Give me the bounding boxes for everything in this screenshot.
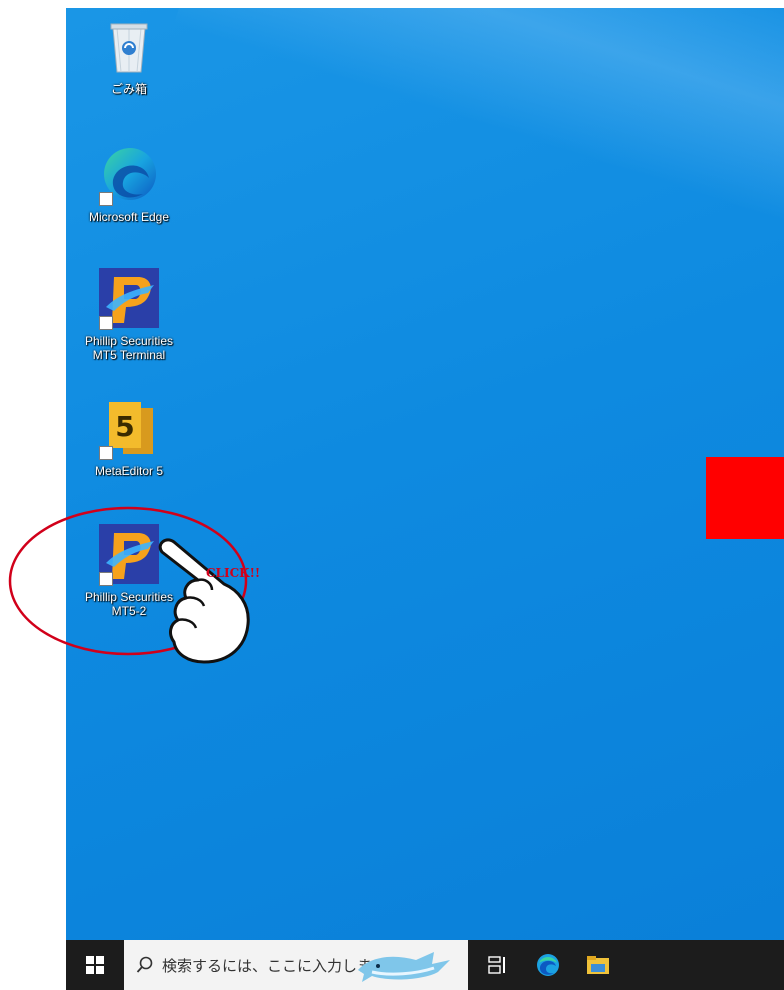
- file-explorer-icon: [587, 956, 609, 974]
- desktop-icon-recycle-bin[interactable]: ごみ箱: [74, 14, 184, 96]
- windows-start-icon: [86, 956, 104, 974]
- desktop-icon-phillip-mt5-terminal[interactable]: Phillip Securities MT5 Terminal: [74, 266, 184, 362]
- taskbar: 検索するには、ここに入力します: [66, 940, 784, 990]
- wallpaper-light-beam: [174, 8, 784, 302]
- task-view-button[interactable]: [474, 940, 522, 990]
- desktop-icon-microsoft-edge[interactable]: Microsoft Edge: [74, 142, 184, 224]
- desktop-icon-label: Microsoft Edge: [88, 210, 170, 224]
- shortcut-arrow-icon: [99, 316, 113, 330]
- shortcut-arrow-icon: [99, 446, 113, 460]
- desktop-icon-label: Phillip Securities MT5 Terminal: [84, 334, 174, 362]
- taskbar-edge-button[interactable]: [524, 940, 572, 990]
- recycle-bin-icon: [97, 14, 161, 78]
- search-icon: [136, 956, 153, 973]
- taskbar-file-explorer-button[interactable]: [574, 940, 622, 990]
- edge-icon: [97, 142, 161, 206]
- shortcut-arrow-icon: [99, 192, 113, 206]
- search-highlight-whale-icon: [358, 952, 450, 982]
- click-annotation-text: CLICK!!: [206, 566, 261, 580]
- task-view-icon: [488, 956, 505, 974]
- taskbar-search-box[interactable]: 検索するには、ここに入力します: [124, 940, 468, 990]
- desktop-icon-label: Phillip Securities MT5-2: [84, 590, 174, 618]
- svg-text:5: 5: [115, 410, 134, 443]
- shortcut-arrow-icon: [99, 572, 113, 586]
- desktop: ごみ箱 Microsoft Edge Phillip Securities MT…: [66, 8, 784, 990]
- desktop-icon-phillip-mt5-2[interactable]: Phillip Securities MT5-2: [74, 522, 184, 618]
- red-highlight-block: [706, 457, 784, 539]
- desktop-icon-label: MetaEditor 5: [94, 464, 164, 478]
- phillip-securities-icon: [97, 522, 161, 586]
- desktop-icon-metaeditor-5[interactable]: 5 MetaEditor 5: [74, 396, 184, 478]
- start-button[interactable]: [66, 940, 124, 990]
- phillip-securities-icon: [97, 266, 161, 330]
- metaeditor-icon: 5: [97, 396, 161, 460]
- desktop-icon-label: ごみ箱: [110, 82, 147, 96]
- edge-icon: [537, 954, 559, 976]
